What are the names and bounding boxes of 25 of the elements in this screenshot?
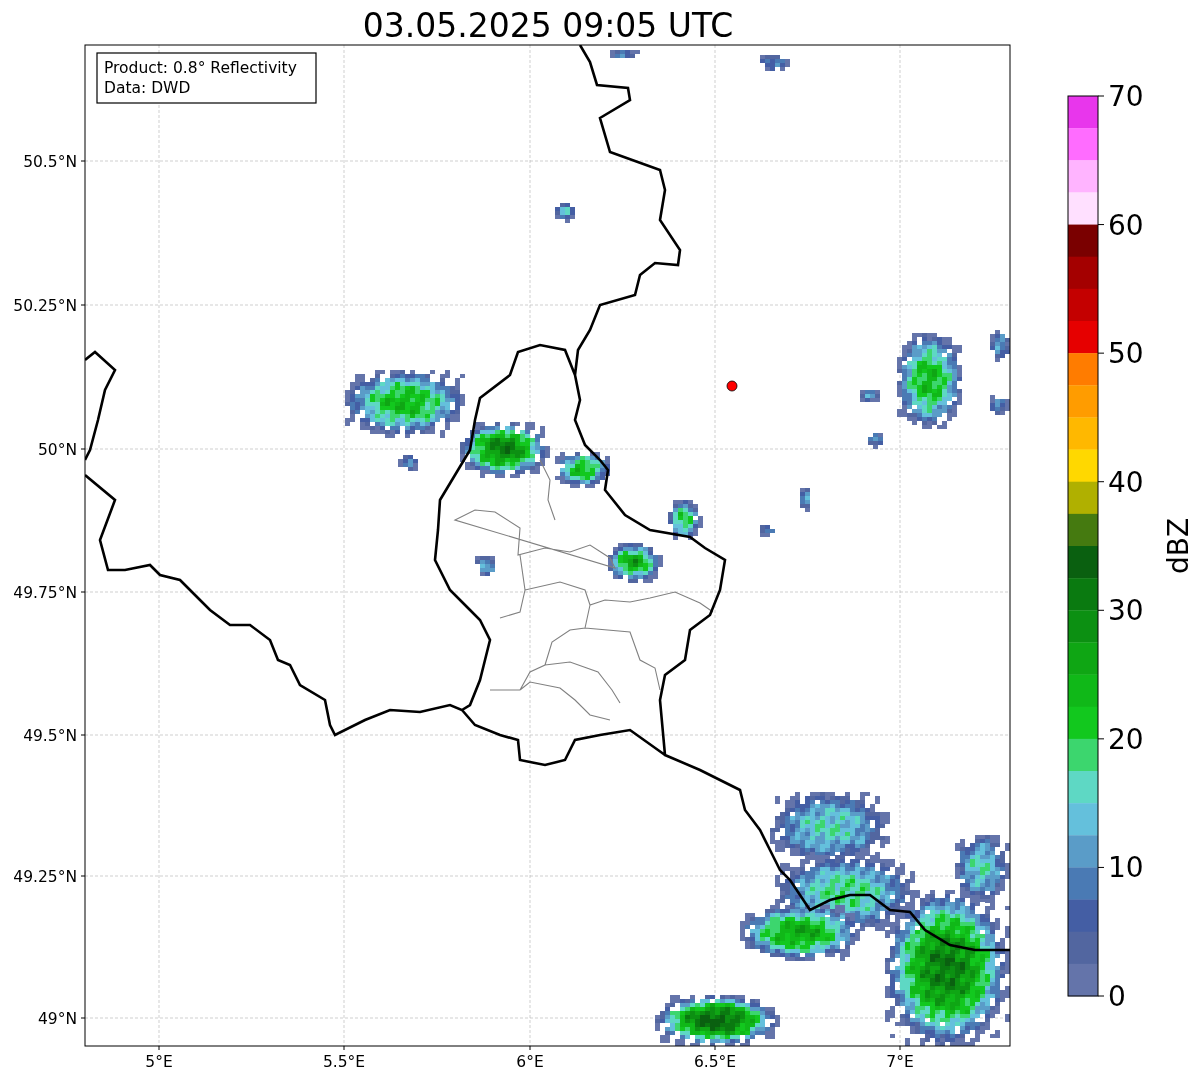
- latitude-label: 50.25°N: [13, 297, 77, 315]
- colorbar-tick-label: 30: [1108, 594, 1144, 628]
- latitude-label: 49°N: [37, 1010, 77, 1028]
- radar-site-marker: [726, 380, 738, 392]
- latitude-label: 50.5°N: [23, 153, 77, 171]
- colorbar-label: dBZ: [1162, 517, 1195, 575]
- colorbar-tick-label: 10: [1108, 851, 1144, 885]
- colorbar-tick-label: 20: [1108, 722, 1144, 756]
- chart-title: 03.05.2025 09:05 UTC: [362, 6, 734, 45]
- longitude-label: 6.5°E: [693, 1053, 737, 1071]
- latitude-label: 49.25°N: [13, 868, 77, 886]
- annotation-text: Data: DWD: [104, 79, 191, 97]
- latitude-label: 49.5°N: [23, 727, 77, 745]
- colorbar-tick-label: 70: [1108, 80, 1144, 113]
- colorbar-tick-label: 60: [1108, 208, 1144, 242]
- annotation-text: Product: 0.8° Reflectivity: [104, 59, 297, 77]
- colorbar-tick-label: 40: [1108, 465, 1144, 499]
- longitude-label: 5.5°E: [322, 1053, 366, 1071]
- latitude-label: 49.75°N: [13, 584, 77, 602]
- latitude-label: 50°N: [37, 441, 77, 459]
- colorbar-tick-label: 0: [1108, 980, 1126, 1013]
- colorbar-tick-label: 50: [1108, 337, 1144, 371]
- longitude-label: 5°E: [145, 1053, 173, 1071]
- longitude-label: 7°E: [886, 1053, 914, 1071]
- longitude-label: 6°E: [516, 1053, 544, 1071]
